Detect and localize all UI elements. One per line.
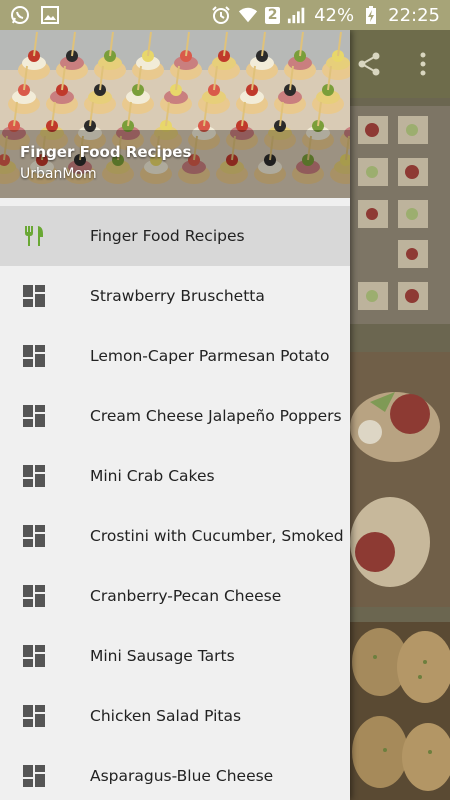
dashboard-icon [22,404,46,428]
navigation-drawer[interactable]: Finger Food Recipes UrbanMom Finger Food… [0,30,350,800]
wifi-icon [238,5,258,25]
dashboard-icon [22,284,46,308]
alarm-icon [211,5,231,25]
image-icon [40,5,60,25]
signal-icon [287,5,307,25]
dashboard-icon [22,644,46,668]
drawer-item[interactable]: Finger Food Recipes [0,206,350,266]
drawer-item-label: Chicken Salad Pitas [90,707,242,725]
whatsapp-icon [10,5,30,25]
share-icon[interactable] [356,51,382,81]
dashboard-icon [22,704,46,728]
drawer-item-label: Cranberry-Pecan Cheese [90,587,282,605]
drawer-item-label: Asparagus-Blue Cheese [90,767,274,785]
drawer-menu: Finger Food Recipes Strawberry Bruschett… [0,206,350,800]
restaurant-icon [22,224,46,248]
drawer-item[interactable]: Cream Cheese Jalapeño Poppers [0,386,350,446]
drawer-item[interactable]: Mini Crab Cakes [0,446,350,506]
drawer-item-label: Crostini with Cucumber, Smoked [90,527,344,545]
recipe-image[interactable] [350,106,450,324]
clock: 22:25 [388,4,440,26]
drawer-item[interactable]: Cranberry-Pecan Cheese [0,566,350,626]
battery-charging-icon [361,5,381,25]
more-vert-icon[interactable] [418,51,428,81]
drawer-item-label: Strawberry Bruschetta [90,287,265,305]
drawer-item[interactable]: Lemon-Caper Parmesan Potato [0,326,350,386]
drawer-item[interactable]: Strawberry Bruschetta [0,266,350,326]
toolbar [350,30,450,98]
dashboard-icon [22,524,46,548]
recipe-image[interactable] [350,622,450,800]
background-content [350,30,450,800]
dashboard-icon [22,764,46,788]
drawer-title: Finger Food Recipes [20,143,192,161]
drawer-item[interactable]: Asparagus-Blue Cheese [0,746,350,800]
drawer-item-label: Lemon-Caper Parmesan Potato [90,347,330,365]
drawer-item-label: Cream Cheese Jalapeño Poppers [90,407,342,425]
drawer-item-label: Mini Sausage Tarts [90,647,235,665]
dashboard-icon [22,584,46,608]
drawer-subtitle: UrbanMom [20,166,97,182]
drawer-item[interactable]: Crostini with Cucumber, Smoked [0,506,350,566]
drawer-item[interactable]: Mini Sausage Tarts [0,626,350,686]
drawer-item[interactable]: Chicken Salad Pitas [0,686,350,746]
dashboard-icon [22,464,46,488]
recipe-image[interactable] [350,352,450,607]
dashboard-icon [22,344,46,368]
sim-badge: 2 [265,6,281,24]
drawer-item-label: Finger Food Recipes [90,227,245,245]
drawer-header: Finger Food Recipes UrbanMom [0,30,350,198]
drawer-item-label: Mini Crab Cakes [90,467,215,485]
battery-percent: 42% [314,4,355,26]
status-bar: 2 42% 22:25 [0,0,450,30]
